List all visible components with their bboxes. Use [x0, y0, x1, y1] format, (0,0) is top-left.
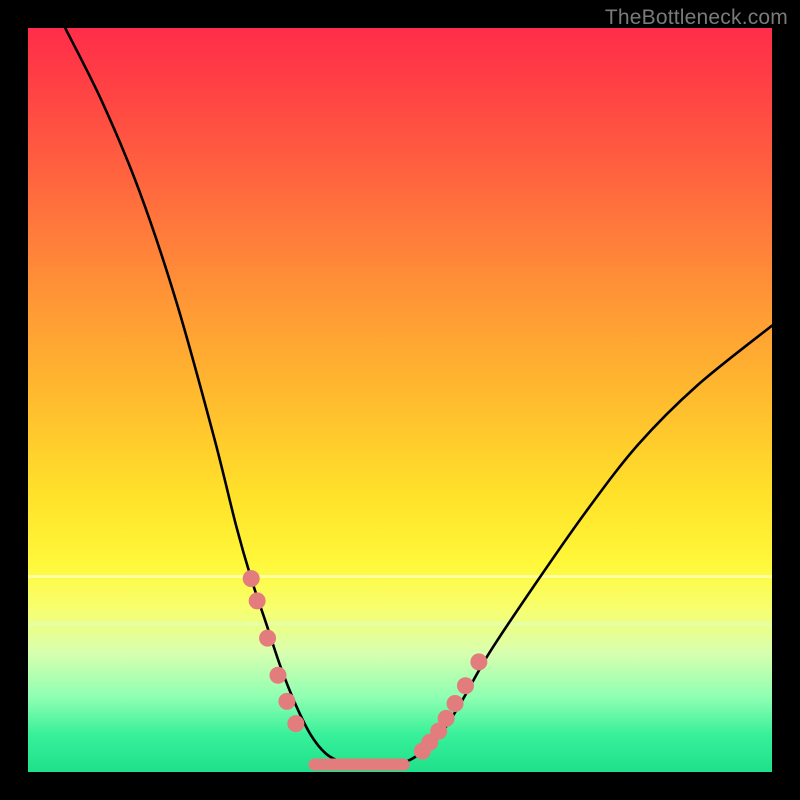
plot-area: [28, 28, 772, 772]
marker-dot: [260, 630, 276, 646]
marker-dot: [447, 696, 463, 712]
marker-dot: [279, 693, 295, 709]
marker-dot: [243, 571, 259, 587]
curve-svg: [28, 28, 772, 772]
watermark-text: TheBottleneck.com: [605, 6, 788, 30]
marker-dot: [457, 678, 473, 694]
chart-frame: TheBottleneck.com: [0, 0, 800, 800]
marker-dot: [438, 710, 454, 726]
bottleneck-curve: [65, 28, 772, 765]
marker-dot: [288, 716, 304, 732]
marker-dot: [249, 593, 265, 609]
marker-dot: [270, 667, 286, 683]
marker-dot: [471, 654, 487, 670]
marker-group: [243, 571, 487, 765]
